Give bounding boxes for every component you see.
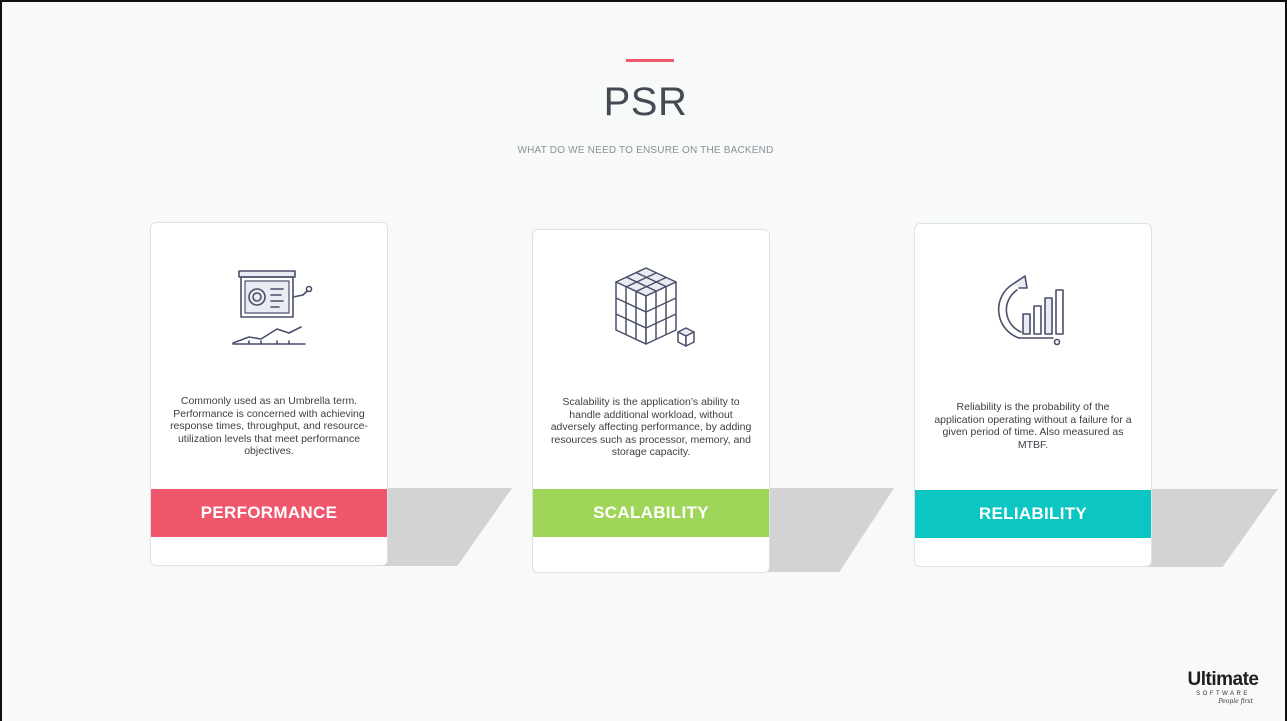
- card-label-scalability: SCALABILITY: [533, 489, 769, 537]
- card-label-performance: PERFORMANCE: [151, 489, 387, 537]
- page-title: PSR: [603, 80, 688, 124]
- growth-chart-icon: [983, 268, 1083, 353]
- logo-brand: Ultimate: [1187, 669, 1259, 690]
- slide: PSR WHAT DO WE NEED TO ENSURE ON THE BAC…: [0, 0, 1287, 721]
- card-shadow: [382, 488, 512, 566]
- card-performance: Commonly used as an Umbrella term. Perfo…: [150, 222, 388, 566]
- company-logo: Ultimate SOFTWARE People first: [1183, 670, 1263, 706]
- card-shadow: [764, 488, 894, 572]
- card-description: Commonly used as an Umbrella term. Perfo…: [170, 395, 368, 457]
- card-description: Reliability is the probability of the ap…: [934, 401, 1132, 451]
- logo-sub: SOFTWARE: [1196, 691, 1250, 697]
- card-shadow: [1146, 489, 1278, 567]
- cube-grid-icon: [596, 260, 706, 365]
- title-accent-bar: [626, 59, 674, 62]
- page-subtitle: WHAT DO WE NEED TO ENSURE ON THE BACKEND: [517, 145, 774, 156]
- card-label-reliability: RELIABILITY: [915, 490, 1151, 538]
- card-description: Scalability is the application’s ability…: [550, 396, 752, 458]
- card-reliability: Reliability is the probability of the ap…: [914, 223, 1152, 567]
- logo-tagline: People first: [1218, 698, 1253, 705]
- presentation-board-icon: [219, 267, 319, 352]
- card-scalability: Scalability is the application’s ability…: [532, 229, 770, 573]
